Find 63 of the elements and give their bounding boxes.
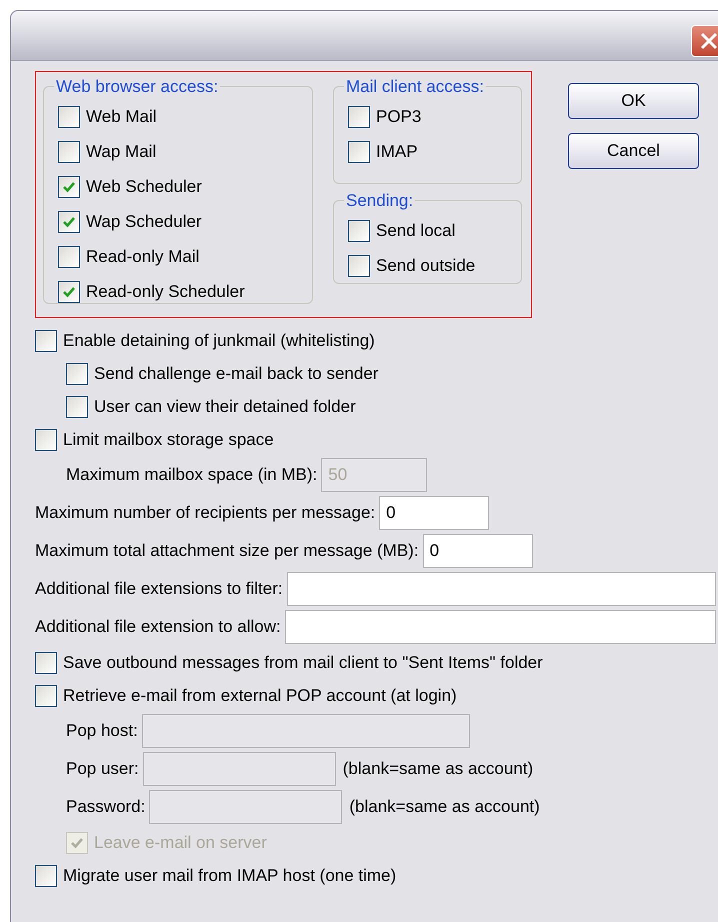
field-label: Pop user: <box>66 758 139 780</box>
checkbox-label: Save outbound messages from mail client to "Sent Items" folder <box>63 652 543 674</box>
checkbox-label: Send challenge e-mail back to sender <box>94 362 378 385</box>
group-title: Sending: <box>345 190 414 212</box>
field-label: Additional file extension to allow: <box>35 616 281 638</box>
checkbox-label: User can view their detained folder <box>94 396 356 418</box>
group-title: Web browser access: <box>55 76 220 98</box>
field-label: Maximum number of recipients per message: <box>35 502 376 524</box>
checkbox[interactable] <box>66 396 88 418</box>
checkbox-label: Read-only Scheduler <box>86 281 245 304</box>
field-value: 0 <box>386 502 396 524</box>
field-value: 0 <box>430 540 440 562</box>
checkbox-label: Retrieve e-mail from external POP account (at login) <box>63 684 457 707</box>
checkbox-label: IMAP <box>376 141 418 164</box>
input-field[interactable]: 0 <box>422 534 533 568</box>
checkbox-label: Read-only Mail <box>86 246 200 268</box>
checkbox[interactable] <box>348 106 370 128</box>
input-field[interactable] <box>284 610 716 644</box>
input-field[interactable] <box>286 572 716 606</box>
checkmark-icon <box>62 285 76 299</box>
checkmark-icon <box>62 215 76 229</box>
checkbox-label: Limit mailbox storage space <box>63 428 274 451</box>
checkbox-label: Enable detaining of junkmail (whitelisting) <box>63 330 375 352</box>
checkbox-label: Web Scheduler <box>86 176 202 198</box>
field-label: Pop host: <box>66 720 138 742</box>
dialog-button[interactable]: OK <box>568 83 699 119</box>
checkbox[interactable] <box>58 211 80 233</box>
field-label: Maximum total attachment size per message (MB): <box>35 540 419 562</box>
field-note: (blank=same as account) <box>342 758 534 780</box>
checkbox-label: Wap Mail <box>86 141 156 164</box>
checkbox-label: Leave e-mail on server <box>94 832 267 854</box>
checkbox[interactable] <box>348 141 370 163</box>
dialog-button[interactable]: Cancel <box>568 133 699 169</box>
checkbox[interactable] <box>35 684 57 706</box>
checkbox-label: POP3 <box>376 106 422 128</box>
group-title: Mail client access: <box>345 76 485 98</box>
field-label: Maximum mailbox space (in MB): <box>66 464 318 486</box>
checkbox-label: Web Mail <box>86 106 157 128</box>
checkbox-label: Wap Scheduler <box>86 211 202 234</box>
checkbox-label: Send local <box>376 220 456 242</box>
checkbox[interactable] <box>35 428 57 450</box>
checkbox-label: Send outside <box>376 255 476 278</box>
checkbox[interactable] <box>348 255 370 277</box>
checkbox[interactable] <box>348 220 370 242</box>
checkmark-icon <box>62 180 76 194</box>
checkbox-label: Migrate user mail from IMAP host (one time) <box>63 864 396 887</box>
field-label: Additional file extensions to filter: <box>35 578 283 600</box>
field-value: 50 <box>328 464 348 486</box>
checkbox[interactable] <box>58 176 80 198</box>
checkbox[interactable] <box>58 106 80 128</box>
field-label: Password: <box>66 796 146 818</box>
input-field[interactable]: 0 <box>379 496 490 530</box>
field-note: (blank=same as account) <box>349 796 540 818</box>
checkbox[interactable] <box>58 281 80 303</box>
checkbox[interactable] <box>35 330 57 352</box>
checkbox[interactable] <box>35 864 57 886</box>
checkbox[interactable] <box>35 652 57 674</box>
close-icon <box>699 31 718 51</box>
checkbox[interactable] <box>66 362 88 384</box>
close-button[interactable] <box>691 25 718 57</box>
checkbox[interactable] <box>58 246 80 268</box>
checkbox[interactable] <box>58 141 80 163</box>
checkmark-icon <box>70 836 84 850</box>
